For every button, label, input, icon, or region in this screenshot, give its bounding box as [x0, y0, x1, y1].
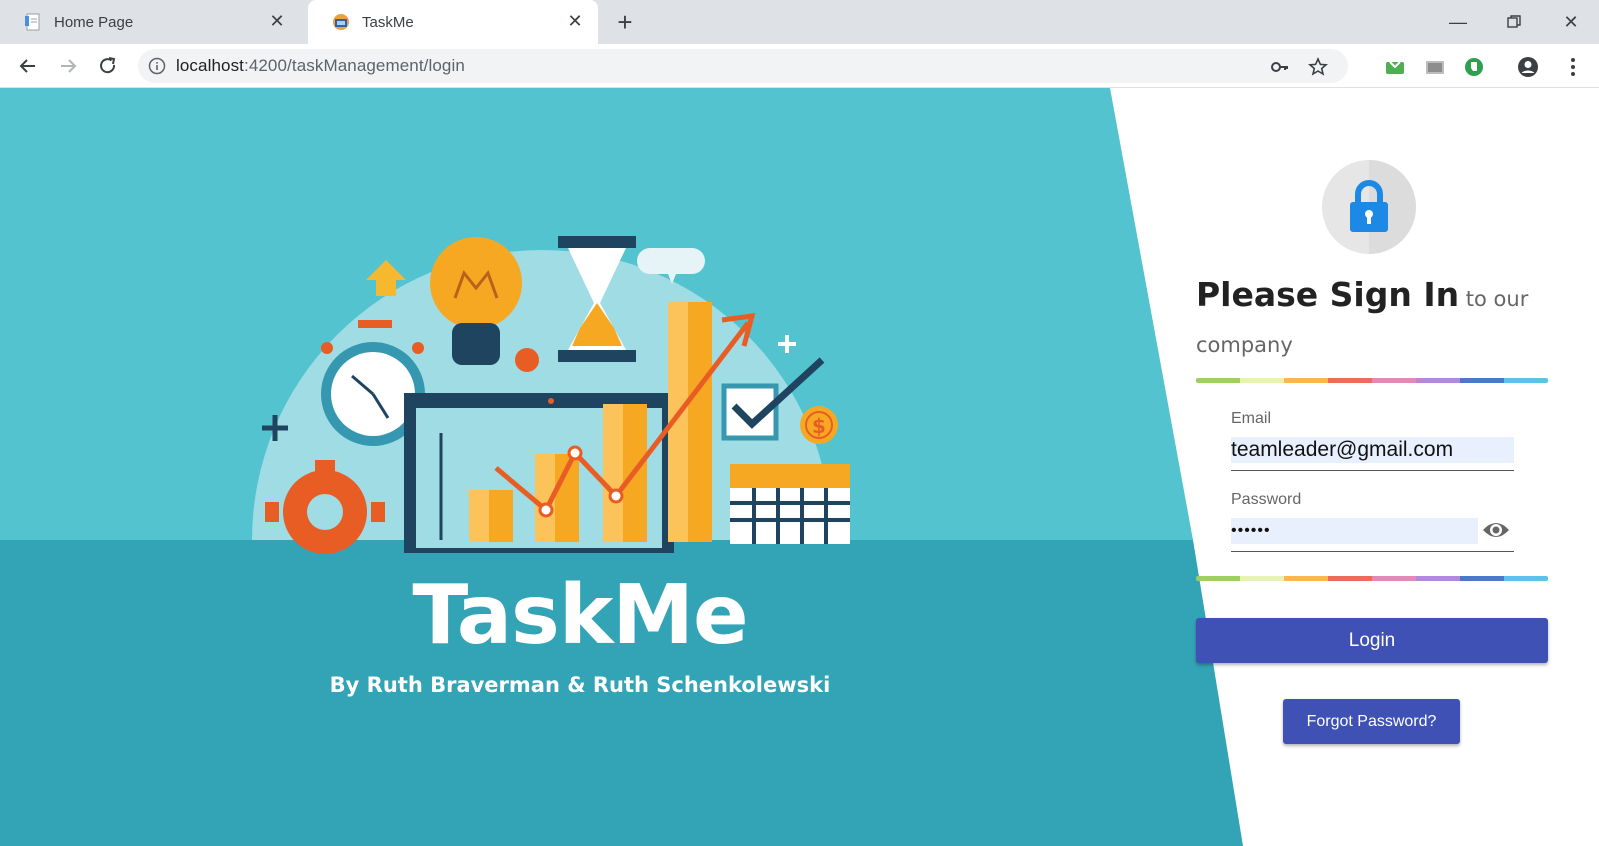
- extension-media-icon[interactable]: [1424, 56, 1446, 78]
- page-icon: [24, 13, 42, 31]
- menu-kebab-icon[interactable]: [1562, 56, 1584, 78]
- login-button[interactable]: Login: [1196, 618, 1548, 663]
- forgot-password-button[interactable]: Forgot Password?: [1283, 699, 1460, 744]
- tab-home-page[interactable]: Home Page ✕: [0, 0, 300, 44]
- info-icon[interactable]: [148, 57, 166, 75]
- login-page: $ TaskMe By Ruth Braverman & Ruth Schenk…: [0, 88, 1599, 846]
- browser-tab-strip: Home Page ✕ TaskMe ✕ + — ✕: [0, 0, 1599, 44]
- extension-evernote-icon[interactable]: [1463, 56, 1485, 78]
- sign-in-heading: Please Sign In to our company: [1196, 273, 1576, 369]
- reload-icon[interactable]: [94, 52, 122, 80]
- star-icon[interactable]: [1308, 57, 1328, 77]
- close-window-icon[interactable]: ✕: [1557, 8, 1585, 36]
- password-underline: [1231, 551, 1514, 552]
- app-title: TaskMe: [412, 568, 748, 663]
- extension-inbox-icon[interactable]: [1384, 56, 1406, 78]
- email-underline: [1231, 470, 1514, 471]
- svg-text:$: $: [812, 414, 826, 438]
- email-field[interactable]: teamleader@gmail.com: [1231, 437, 1514, 463]
- rainbow-divider: [1196, 378, 1548, 383]
- tab-title: Home Page: [54, 13, 134, 31]
- address-bar[interactable]: localhost:4200/taskManagement/login: [138, 49, 1348, 83]
- app-authors: By Ruth Braverman & Ruth Schenkolewski: [329, 673, 831, 697]
- back-arrow-icon[interactable]: [14, 52, 42, 80]
- lock-avatar: [1322, 160, 1416, 254]
- url-path: :4200/taskManagement/login: [244, 56, 465, 75]
- close-icon[interactable]: ✕: [566, 12, 584, 30]
- password-label: Password: [1231, 491, 1302, 508]
- rainbow-divider: [1196, 576, 1548, 581]
- profile-avatar-icon[interactable]: [1517, 56, 1539, 78]
- email-label: Email: [1231, 410, 1272, 427]
- eye-icon[interactable]: [1482, 520, 1510, 540]
- restore-icon[interactable]: [1500, 8, 1528, 36]
- close-icon[interactable]: ✕: [268, 12, 286, 30]
- forward-arrow-icon[interactable]: [54, 52, 82, 80]
- tab-taskme[interactable]: TaskMe ✕: [308, 0, 598, 44]
- url-text: localhost:4200/taskManagement/login: [176, 56, 465, 76]
- password-field[interactable]: ••••••: [1231, 518, 1478, 544]
- new-tab-icon[interactable]: +: [612, 9, 638, 35]
- sign-in-title: Please Sign In: [1196, 275, 1460, 314]
- tab-title: TaskMe: [362, 13, 414, 31]
- browser-toolbar: localhost:4200/taskManagement/login: [0, 44, 1599, 88]
- url-host: localhost: [176, 56, 244, 75]
- lock-icon: [1350, 160, 1416, 254]
- minimize-icon[interactable]: —: [1444, 8, 1472, 36]
- key-icon[interactable]: [1270, 57, 1290, 77]
- taskme-favicon-icon: [332, 13, 350, 31]
